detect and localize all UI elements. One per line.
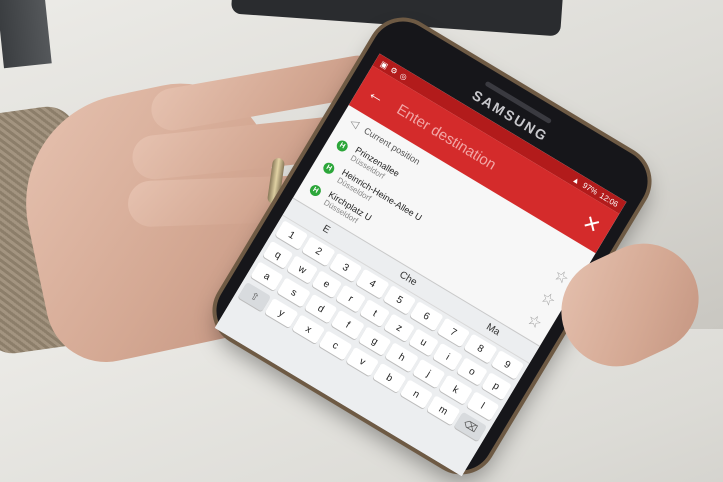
desk-keyboard <box>0 0 52 69</box>
suggestion[interactable]: Che <box>397 269 418 288</box>
stop-badge: H <box>321 160 337 176</box>
location-icon: ◎ <box>398 70 409 82</box>
back-arrow-icon[interactable]: ← <box>364 81 390 108</box>
settings-icon: ⚙ <box>388 64 400 77</box>
suggestion[interactable]: Ma <box>484 322 502 339</box>
navigation-arrow-icon: ◁ <box>347 116 361 131</box>
close-icon[interactable]: ✕ <box>578 209 605 239</box>
suggestion[interactable]: E <box>320 223 331 236</box>
notification-icon: ▣ <box>378 58 390 71</box>
stop-badge: H <box>308 182 324 198</box>
stop-badge: H <box>334 137 351 154</box>
phone-screen: ▣ ⚙ ◎ ▲ 97% 12:06 ← Enter destination ✕ … <box>214 53 627 477</box>
signal-icon: ▲ <box>570 174 583 186</box>
